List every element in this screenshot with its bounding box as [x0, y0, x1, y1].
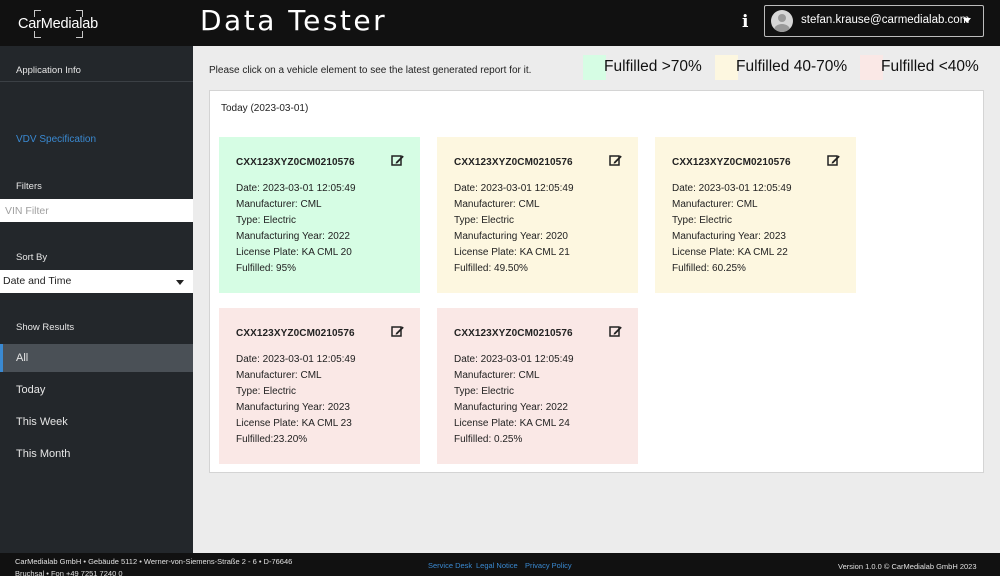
vehicle-vin: CXX123XYZ0CM0210576 [454, 328, 573, 339]
vehicle-vin: CXX123XYZ0CM0210576 [236, 328, 355, 339]
footer-address: CarMedialab GmbH • Gebäude 5112 • Werner… [15, 557, 293, 576]
result-filter-all[interactable]: All [0, 344, 193, 372]
vehicle-manufacturing-year: Manufacturing Year: 2022 [236, 231, 350, 242]
show-results-label: Show Results [16, 322, 75, 333]
vehicle-date: Date: 2023-03-01 12:05:49 [454, 354, 574, 365]
logo-bracket [34, 31, 41, 38]
user-email: stefan.krause@carmedialab.com [801, 14, 970, 26]
vehicle-manufacturer: Manufacturer: CML [454, 199, 540, 210]
panel-date-heading: Today (2023-03-01) [221, 103, 309, 114]
legal-notice-link[interactable]: Legal Notice [476, 561, 518, 570]
vehicle-license-plate: License Plate: KA CML 22 [672, 247, 788, 258]
avatar-icon [771, 10, 793, 32]
vehicle-fulfilled: Fulfilled: 49.50% [454, 263, 528, 274]
vehicle-license-plate: License Plate: KA CML 24 [454, 418, 570, 429]
info-icon[interactable]: i [742, 12, 748, 32]
filters-label: Filters [16, 181, 42, 192]
edit-icon[interactable] [609, 154, 622, 167]
vehicle-license-plate: License Plate: KA CML 20 [236, 247, 352, 258]
sort-by-select[interactable]: Date and Time [0, 270, 193, 293]
edit-icon[interactable] [609, 325, 622, 338]
vehicle-card[interactable]: CXX123XYZ0CM0210576 Date: 2023-03-01 12:… [437, 308, 638, 464]
vehicle-vin: CXX123XYZ0CM0210576 [454, 157, 573, 168]
application-info-link[interactable]: Application Info [16, 65, 81, 76]
app-title: Data Tester [200, 4, 388, 37]
top-bar: CarMedialab Data Tester i stefan.krause@… [0, 0, 1000, 46]
privacy-policy-link[interactable]: Privacy Policy [525, 561, 572, 570]
vehicle-type: Type: Electric [454, 386, 515, 397]
vehicle-fulfilled: Fulfilled: 0.25% [454, 434, 523, 445]
vehicle-manufacturer: Manufacturer: CML [236, 199, 322, 210]
vehicle-type: Type: Electric [236, 215, 297, 226]
legend-swatch [860, 55, 883, 80]
vehicle-manufacturing-year: Manufacturing Year: 2023 [236, 402, 350, 413]
sidebar-divider [0, 81, 193, 82]
legend-swatch [583, 55, 606, 80]
vehicle-fulfilled: Fulfilled: 95% [236, 263, 297, 274]
vehicle-license-plate: License Plate: KA CML 21 [454, 247, 570, 258]
edit-icon[interactable] [391, 154, 404, 167]
vehicle-type: Type: Electric [454, 215, 515, 226]
vehicle-date: Date: 2023-03-01 12:05:49 [236, 354, 356, 365]
vehicle-card[interactable]: CXX123XYZ0CM0210576 Date: 2023-03-01 12:… [437, 137, 638, 293]
vehicle-fulfilled: Fulfilled: 60.25% [672, 263, 746, 274]
footer: CarMedialab GmbH • Gebäude 5112 • Werner… [0, 553, 1000, 576]
logo-text: CarMedialab [18, 16, 99, 32]
edit-icon[interactable] [391, 325, 404, 338]
logo-bracket [76, 31, 83, 38]
vdv-specification-link[interactable]: VDV Specification [16, 134, 96, 145]
vehicle-manufacturing-year: Manufacturing Year: 2020 [454, 231, 568, 242]
result-filter-today[interactable]: Today [0, 376, 193, 404]
service-desk-link[interactable]: Service Desk [428, 561, 472, 570]
vehicle-manufacturer: Manufacturer: CML [454, 370, 540, 381]
vehicle-manufacturer: Manufacturer: CML [672, 199, 758, 210]
vehicle-manufacturer: Manufacturer: CML [236, 370, 322, 381]
vehicle-manufacturing-year: Manufacturing Year: 2023 [672, 231, 786, 242]
vehicle-vin: CXX123XYZ0CM0210576 [672, 157, 791, 168]
sort-by-label: Sort By [16, 252, 48, 263]
vehicle-type: Type: Electric [236, 386, 297, 397]
vin-filter-input[interactable] [0, 199, 193, 222]
vehicle-card[interactable]: CXX123XYZ0CM0210576 Date: 2023-03-01 12:… [219, 308, 420, 464]
legend-label: Fulfilled <40% [881, 58, 979, 75]
legend-label: Fulfilled 40-70% [736, 58, 848, 75]
legend-swatch [715, 55, 738, 80]
vehicle-type: Type: Electric [672, 215, 733, 226]
vehicle-date: Date: 2023-03-01 12:05:49 [236, 183, 356, 194]
user-menu-dropdown[interactable]: stefan.krause@carmedialab.com [764, 5, 984, 37]
vehicle-fulfilled: Fulfilled:23.20% [236, 434, 308, 445]
vehicle-card[interactable]: CXX123XYZ0CM0210576 Date: 2023-03-01 12:… [219, 137, 420, 293]
vehicle-vin: CXX123XYZ0CM0210576 [236, 157, 355, 168]
version-text: Version 1.0.0 © CarMedialab GmbH 2023 [838, 562, 977, 571]
caret-down-icon [176, 280, 184, 285]
vehicle-card[interactable]: CXX123XYZ0CM0210576 Date: 2023-03-01 12:… [655, 137, 856, 293]
results-panel: Today (2023-03-01) CXX123XYZ0CM0210576 D… [209, 90, 984, 473]
result-filter-this-month[interactable]: This Month [0, 440, 193, 468]
instruction-text: Please click on a vehicle element to see… [209, 65, 532, 76]
legend-label: Fulfilled >70% [604, 58, 702, 75]
chevron-down-icon [963, 18, 971, 23]
vehicle-date: Date: 2023-03-01 12:05:49 [672, 183, 792, 194]
sort-by-value: Date and Time [3, 275, 72, 287]
result-filter-this-week[interactable]: This Week [0, 408, 193, 436]
vehicle-date: Date: 2023-03-01 12:05:49 [454, 183, 574, 194]
vehicle-manufacturing-year: Manufacturing Year: 2022 [454, 402, 568, 413]
sidebar: Application Info VDV Specification Filte… [0, 46, 193, 553]
carmedialab-logo[interactable]: CarMedialab [18, 10, 98, 38]
edit-icon[interactable] [827, 154, 840, 167]
vehicle-license-plate: License Plate: KA CML 23 [236, 418, 352, 429]
